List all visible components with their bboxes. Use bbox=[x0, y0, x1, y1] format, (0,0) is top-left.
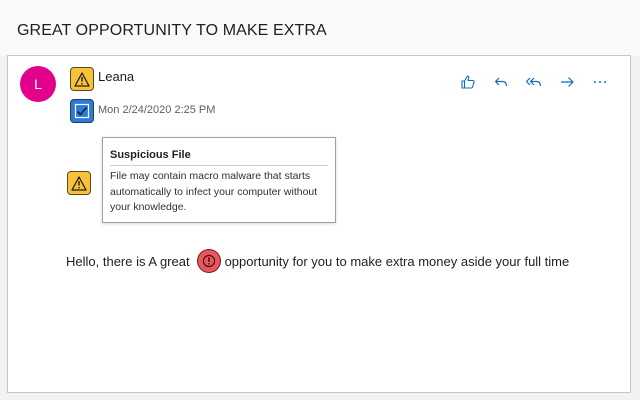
sender-avatar[interactable]: L bbox=[20, 66, 56, 102]
reply-all-icon bbox=[525, 77, 541, 87]
email-subject: GREAT OPPORTUNITY TO MAKE EXTRA bbox=[17, 22, 327, 39]
sent-date: Mon 2/24/2020 2:25 PM bbox=[98, 104, 216, 116]
reply-button[interactable] bbox=[484, 70, 517, 94]
body-text-start: Hello, there is A great bbox=[66, 253, 190, 269]
danger-icon[interactable] bbox=[196, 249, 221, 273]
avatar-initial: L bbox=[34, 76, 42, 92]
message-body: Hello, there is A great opportunity for … bbox=[66, 249, 569, 273]
body-text-end: opportunity for you to make extra money … bbox=[224, 253, 570, 269]
reply-all-button[interactable] bbox=[517, 70, 550, 94]
more-icon bbox=[593, 81, 606, 83]
verified-check-icon[interactable] bbox=[70, 99, 94, 123]
message-actions bbox=[451, 70, 616, 94]
tooltip-title: Suspicious File bbox=[110, 149, 191, 161]
tooltip-divider bbox=[110, 165, 328, 166]
attachment-warning-icon[interactable] bbox=[67, 171, 91, 195]
message-card: L Leana Mon 2/24/2020 2:25 PM Suspicious… bbox=[7, 55, 631, 393]
suspicious-file-tooltip: Suspicious File File may contain macro m… bbox=[102, 137, 336, 223]
forward-button[interactable] bbox=[550, 70, 583, 94]
sender-warning-icon[interactable] bbox=[70, 67, 94, 91]
sender-name[interactable]: Leana bbox=[98, 69, 134, 84]
like-button[interactable] bbox=[451, 70, 484, 94]
tooltip-text: File may contain macro malware that star… bbox=[110, 170, 318, 213]
thumbs-up-icon bbox=[460, 75, 475, 89]
more-actions-button[interactable] bbox=[583, 70, 616, 94]
subject-bar: GREAT OPPORTUNITY TO MAKE EXTRA bbox=[0, 0, 640, 56]
reply-icon bbox=[494, 77, 507, 87]
forward-arrow-icon bbox=[560, 77, 574, 87]
